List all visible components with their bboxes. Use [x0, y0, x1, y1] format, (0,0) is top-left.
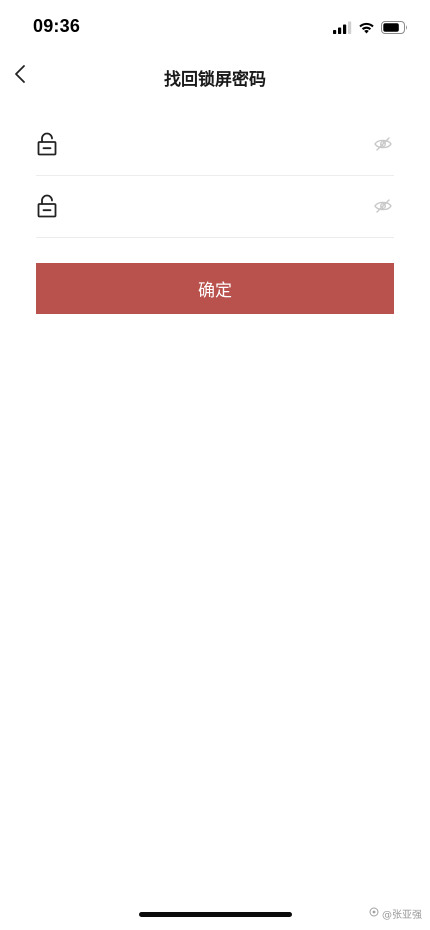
new-password-input[interactable] [72, 124, 372, 164]
wifi-icon [358, 21, 375, 34]
status-time: 09:36 [33, 16, 81, 36]
confirm-password-field-row [36, 175, 394, 238]
eye-hidden-icon[interactable] [372, 133, 394, 155]
home-indicator [139, 912, 292, 917]
nav-bar: 找回锁屏密码 [0, 56, 430, 96]
lock-icon [36, 193, 58, 219]
status-icons [333, 19, 408, 35]
watermark: @张亚强 [369, 906, 422, 921]
confirm-password-input[interactable] [72, 186, 372, 226]
lock-icon [36, 131, 58, 157]
cellular-signal-icon [333, 21, 352, 34]
status-bar: 09:36 [0, 0, 430, 54]
page-title: 找回锁屏密码 [164, 70, 266, 90]
watermark-text: @张亚强 [382, 910, 422, 921]
confirm-button[interactable]: 确定 [36, 263, 394, 314]
password-field-row [36, 113, 394, 176]
eye-hidden-icon[interactable] [372, 195, 394, 217]
battery-icon [381, 20, 408, 34]
watermark-logo-icon [369, 907, 379, 920]
